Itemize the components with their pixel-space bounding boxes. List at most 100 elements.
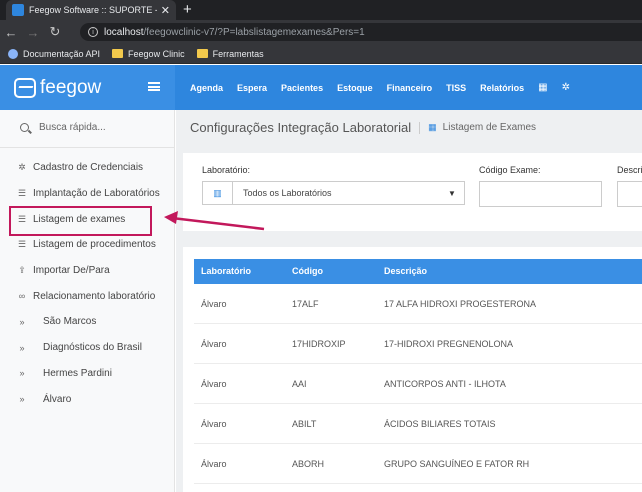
cell-code: AAI — [292, 379, 307, 389]
url-path: /feegowclinic-v7/?P=labslistagemexames&P… — [143, 26, 365, 38]
sidebar-item-label: São Marcos — [43, 316, 97, 328]
chevron-right-icon: » — [19, 394, 25, 405]
browser-tab[interactable]: Feegow Software :: SUPORTE - M ✕ — [6, 0, 176, 20]
main-content: Configurações Integração Laboratorial ▦ … — [176, 110, 642, 492]
logo-text: feegow — [40, 76, 102, 98]
logo[interactable]: feegow — [0, 65, 175, 110]
cell-code: 17HIDROXIP — [292, 339, 346, 349]
table-row[interactable]: Álvaro ABILT ÁCIDOS BILIARES TOTAIS — [194, 404, 642, 444]
nav-pacientes[interactable]: Pacientes — [281, 83, 323, 93]
cell-lab: Álvaro — [201, 459, 227, 469]
cell-code: ABORH — [292, 459, 325, 469]
reload-icon[interactable]: ↻ — [44, 24, 66, 40]
column-header[interactable]: Código — [292, 266, 323, 276]
sidebar-item-importar[interactable]: ⇪ Importar De/Para — [0, 258, 175, 284]
table-row[interactable]: Álvaro 17HIDROXIP 17-HIDROXI PREGNENOLON… — [194, 324, 642, 364]
chevron-down-icon: ▼ — [448, 188, 456, 198]
cell-lab: Álvaro — [201, 419, 227, 429]
gear-icon: ✲ — [18, 162, 26, 173]
bookmark-label: Feegow Clinic — [128, 48, 185, 59]
cell-description: GRUPO SANGUÍNEO E FATOR RH — [384, 459, 530, 469]
chevron-right-icon: » — [19, 342, 25, 353]
description-input[interactable] — [617, 181, 642, 207]
sidebar-item-label: Álvaro — [43, 393, 72, 405]
browser-tab-strip: Feegow Software :: SUPORTE - M ✕ + — [0, 0, 642, 20]
search-input[interactable]: Busca rápida... — [39, 122, 106, 133]
bookmark-label: Documentação API — [23, 48, 101, 59]
sidebar-item-sao-marcos[interactable]: » São Marcos — [0, 309, 175, 335]
sidebar-item-label: Diagnósticos do Brasil — [43, 342, 142, 354]
sidebar-item-cadastro-credenciais[interactable]: ✲ Cadastro de Credenciais — [0, 155, 175, 181]
cell-code: ABILT — [292, 419, 317, 429]
sidebar-item-label: Listagem de procedimentos — [33, 239, 156, 251]
close-icon[interactable]: ✕ — [161, 4, 170, 17]
back-icon[interactable]: ← — [0, 25, 22, 40]
database-icon[interactable]: ▦ — [538, 82, 547, 93]
favicon-icon — [12, 4, 24, 16]
table-row[interactable]: Álvaro ABORH GRUPO SANGUÍNEO E FATOR RH — [194, 444, 642, 484]
upload-icon: ⇪ — [18, 265, 26, 276]
chevron-right-icon: » — [19, 316, 25, 327]
page-title: Configurações Integração Laboratorial — [190, 120, 412, 135]
sidebar-item-diagnosticos[interactable]: » Diagnósticos do Brasil — [0, 335, 175, 361]
cell-code: 17ALF — [292, 299, 319, 309]
sidebar-item-label: Importar De/Para — [33, 265, 110, 277]
divider — [0, 147, 175, 148]
sidebar-item-label: Hermes Pardini — [43, 367, 112, 379]
table-row[interactable]: Álvaro 17ALF 17 ALFA HIDROXI PROGESTERON… — [194, 284, 642, 324]
sidebar-item-alvaro[interactable]: » Álvaro — [0, 386, 175, 412]
annotation-highlight-box — [9, 206, 152, 236]
grid-icon: ▦ — [428, 122, 437, 132]
top-nav: Agenda Espera Pacientes Estoque Financei… — [190, 65, 584, 110]
browser-toolbar: ← → ↻ i localhost /feegowclinic-v7/?P=la… — [0, 20, 642, 44]
globe-icon — [8, 48, 18, 59]
new-tab-icon[interactable]: + — [183, 1, 192, 18]
bookmark-tools[interactable]: Ferramentas — [196, 49, 264, 59]
list-icon: ☰ — [17, 188, 27, 199]
breadcrumb: Configurações Integração Laboratorial ▦ … — [190, 120, 536, 135]
forward-icon[interactable]: → — [22, 25, 44, 40]
cell-lab: Álvaro — [201, 299, 227, 309]
cell-description: 17-HIDROXI PREGNENOLONA — [384, 339, 514, 349]
table-header: Laboratório Código Descrição — [194, 259, 642, 284]
link-icon: ∞ — [18, 291, 26, 302]
bookmarks-bar: Documentação API Feegow Clinic Ferrament… — [0, 44, 642, 64]
nav-agenda[interactable]: Agenda — [190, 83, 223, 93]
menu-toggle-icon[interactable] — [148, 82, 160, 91]
address-bar[interactable]: i localhost /feegowclinic-v7/?P=labslist… — [80, 23, 642, 41]
logo-icon — [14, 77, 36, 98]
bookmark-docs[interactable]: Documentação API — [8, 48, 101, 59]
nav-relatorios[interactable]: Relatórios — [480, 83, 524, 93]
nav-espera[interactable]: Espera — [237, 83, 267, 93]
info-icon[interactable]: i — [88, 27, 98, 37]
nav-financeiro[interactable]: Financeiro — [387, 83, 433, 93]
nav-tiss[interactable]: TISS — [446, 83, 466, 93]
folder-icon — [196, 49, 208, 58]
cell-description: ANTICORPOS ANTI - ILHOTA — [384, 379, 506, 389]
lab-filter-label: Laboratório: — [202, 165, 251, 175]
cell-lab: Álvaro — [201, 379, 227, 389]
sidebar-item-relacionamento[interactable]: ∞ Relacionamento laboratório — [0, 283, 175, 309]
sidebar-item-hermes-pardini[interactable]: » Hermes Pardini — [0, 361, 175, 387]
search-icon — [20, 123, 29, 132]
sidebar-menu: ✲ Cadastro de Credenciais ☰ Implantação … — [0, 155, 175, 412]
sidebar-item-label: Implantação de Laboratórios — [33, 188, 160, 200]
url-host: localhost — [104, 26, 144, 38]
table-row[interactable]: Álvaro AAI ANTICORPOS ANTI - ILHOTA — [194, 364, 642, 404]
sidebar-item-implantacao[interactable]: ☰ Implantação de Laboratórios — [0, 181, 175, 207]
column-header[interactable]: Laboratório — [201, 266, 251, 276]
gear-icon[interactable]: ✲ — [562, 82, 570, 93]
app-header: feegow Agenda Espera Pacientes Estoque F… — [0, 65, 642, 110]
lab-select[interactable]: ▥ Todos os Laboratórios ▼ — [202, 181, 465, 205]
cell-description: 17 ALFA HIDROXI PROGESTERONA — [384, 299, 537, 309]
list-icon: ☰ — [17, 239, 27, 250]
code-input[interactable] — [479, 181, 602, 207]
cell-lab: Álvaro — [201, 339, 227, 349]
nav-estoque[interactable]: Estoque — [337, 83, 373, 93]
quick-search[interactable]: Busca rápida... — [20, 122, 106, 133]
sidebar-item-label: Relacionamento laboratório — [33, 290, 156, 302]
exams-table: Laboratório Código Descrição Álvaro 17AL… — [183, 247, 642, 492]
bookmark-feegow-clinic[interactable]: Feegow Clinic — [112, 49, 185, 59]
column-header[interactable]: Descrição — [384, 266, 427, 276]
lab-select-value: Todos os Laboratórios — [243, 188, 332, 198]
